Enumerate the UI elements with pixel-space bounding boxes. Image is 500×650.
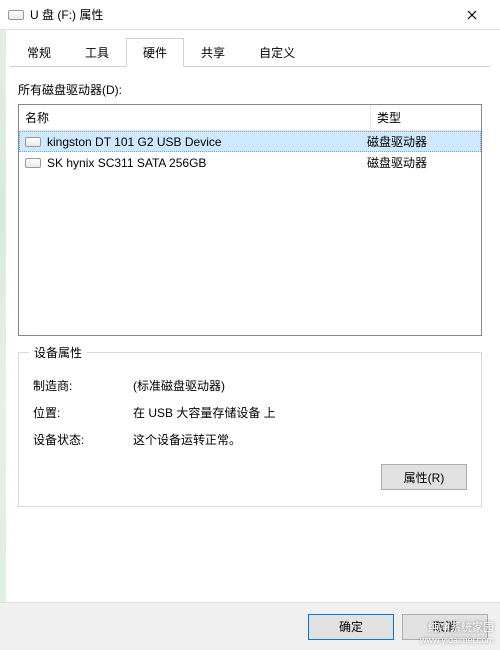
location-label: 位置: xyxy=(33,404,133,421)
drive-name: SK hynix SC311 SATA 256GB xyxy=(47,156,367,170)
field-manufacturer: 制造商: (标准磁盘驱动器) xyxy=(33,377,467,394)
drive-type: 磁盘驱动器 xyxy=(367,154,477,171)
group-button-row: 属性(R) xyxy=(33,464,467,490)
cancel-button[interactable]: 取消 xyxy=(402,614,488,640)
tab-customize[interactable]: 自定义 xyxy=(242,38,312,67)
manufacturer-value: (标准磁盘驱动器) xyxy=(133,377,467,394)
location-value: 在 USB 大容量存储设备 上 xyxy=(133,404,467,421)
list-header: 名称 类型 xyxy=(19,105,481,131)
disk-icon xyxy=(25,137,41,147)
device-properties-group: 设备属性 制造商: (标准磁盘驱动器) 位置: 在 USB 大容量存储设备 上 … xyxy=(18,352,482,507)
manufacturer-label: 制造商: xyxy=(33,377,133,394)
all-drives-label: 所有磁盘驱动器(D): xyxy=(18,81,482,98)
ok-button[interactable]: 确定 xyxy=(308,614,394,640)
field-status: 设备状态: 这个设备运转正常。 xyxy=(33,431,467,448)
dialog-button-bar: 确定 取消 xyxy=(0,602,500,650)
drive-icon xyxy=(8,10,24,20)
disk-icon xyxy=(25,158,41,168)
window-title: U 盘 (F:) 属性 xyxy=(30,6,452,23)
tab-tools[interactable]: 工具 xyxy=(68,38,126,67)
tabstrip: 常规 工具 硬件 共享 自定义 xyxy=(0,30,500,67)
column-type[interactable]: 类型 xyxy=(371,105,481,130)
window-edge-decoration xyxy=(0,30,6,650)
drives-listbox[interactable]: 名称 类型 kingston DT 101 G2 USB Device 磁盘驱动… xyxy=(18,104,482,336)
close-button[interactable] xyxy=(452,1,492,29)
properties-button[interactable]: 属性(R) xyxy=(381,464,467,490)
tab-general[interactable]: 常规 xyxy=(10,38,68,67)
drive-row[interactable]: SK hynix SC311 SATA 256GB 磁盘驱动器 xyxy=(19,152,481,173)
hardware-panel: 所有磁盘驱动器(D): 名称 类型 kingston DT 101 G2 USB… xyxy=(0,67,500,517)
status-label: 设备状态: xyxy=(33,431,133,448)
status-value: 这个设备运转正常。 xyxy=(133,431,467,448)
tab-sharing[interactable]: 共享 xyxy=(184,38,242,67)
field-location: 位置: 在 USB 大容量存储设备 上 xyxy=(33,404,467,421)
column-name[interactable]: 名称 xyxy=(19,105,371,130)
group-title: 设备属性 xyxy=(29,344,87,361)
drive-row[interactable]: kingston DT 101 G2 USB Device 磁盘驱动器 xyxy=(19,131,481,152)
tab-hardware[interactable]: 硬件 xyxy=(126,38,184,67)
drive-type: 磁盘驱动器 xyxy=(367,133,477,150)
drive-name: kingston DT 101 G2 USB Device xyxy=(47,135,367,149)
titlebar: U 盘 (F:) 属性 xyxy=(0,0,500,30)
close-icon xyxy=(467,10,477,20)
